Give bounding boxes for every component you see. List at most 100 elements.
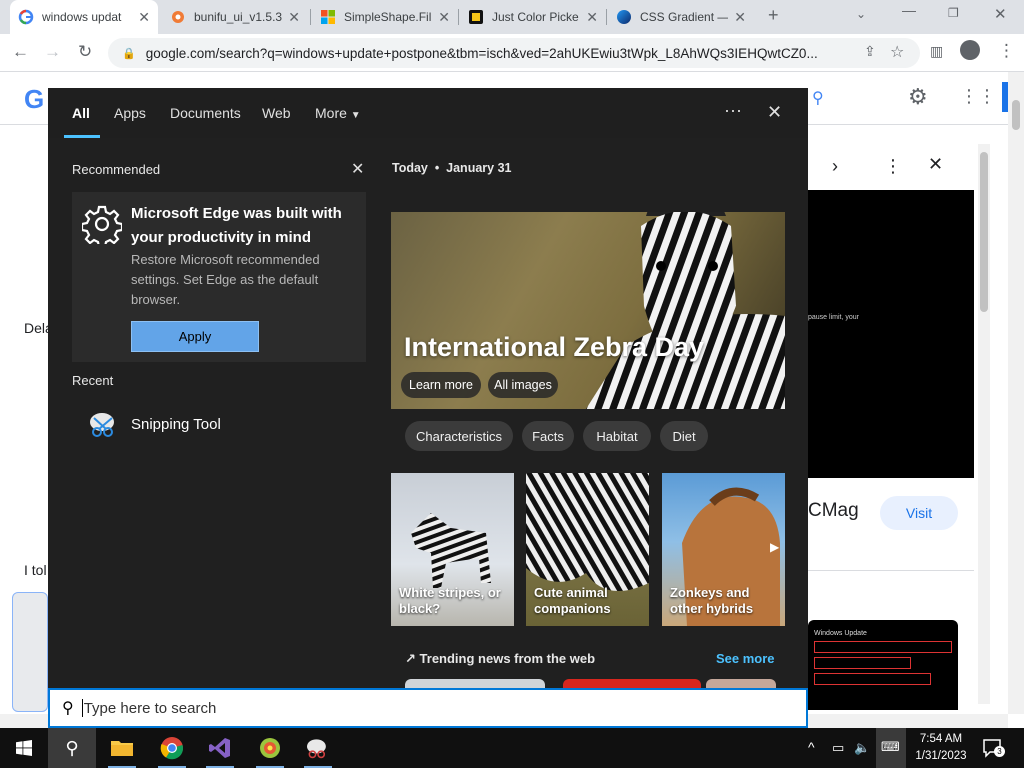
start-button[interactable] (0, 728, 48, 768)
settings-gear-icon[interactable]: ⚙ (908, 84, 928, 110)
taskbar-snipping-tool[interactable] (294, 728, 342, 768)
minimize-icon[interactable]: — (902, 2, 916, 18)
taskbar-visual-studio[interactable] (196, 728, 244, 768)
chrome-icon (160, 737, 184, 760)
share-icon[interactable]: ⇪ (864, 43, 876, 60)
address-bar[interactable]: 🔒 google.com/search?q=windows+update+pos… (108, 38, 920, 68)
close-preview-icon[interactable]: ✕ (928, 154, 943, 175)
image-preview: pause limit, your (808, 190, 974, 478)
recent-heading: Recent (72, 373, 114, 388)
search-icon[interactable]: ⚲ (812, 88, 824, 108)
recommendation-body: Restore Microsoft recommended settings. … (131, 252, 320, 307)
card-cute-companions[interactable]: Cute animal companions (526, 473, 649, 626)
recent-item-snipping-tool[interactable]: Snipping Tool (88, 410, 221, 438)
page-scrollbar[interactable] (1008, 72, 1024, 714)
close-tab-icon[interactable]: ✕ (138, 9, 150, 26)
card-white-stripes[interactable]: White stripes, or black? (391, 473, 514, 626)
close-tab-icon[interactable]: ✕ (288, 9, 300, 26)
news-thumbnail[interactable] (563, 679, 701, 688)
network-icon[interactable]: ▭ (832, 740, 844, 756)
browser-toolbar: ← → ↻ 🔒 google.com/search?q=windows+upda… (0, 34, 1024, 72)
new-tab-icon[interactable]: + (768, 5, 779, 26)
search-scope-tabs: All Apps Documents Web More ▼ ··· ✕ (48, 88, 808, 138)
windows-taskbar: ⚲ ^ ▭ 🔈 ⌨ 7:54 AM 1/31/2023 3 (0, 728, 1024, 768)
back-icon[interactable]: ← (12, 42, 29, 62)
card-zonkeys[interactable]: Zonkeys and other hybrids (662, 473, 785, 626)
close-tab-icon[interactable]: ✕ (586, 9, 598, 26)
zebra-image (586, 212, 785, 409)
active-tab-indicator (64, 135, 100, 138)
browser-tab-bunifu[interactable]: bunifu_ui_v1.5.3 ✕ (162, 0, 308, 34)
color-wheel-icon (260, 738, 280, 758)
microsoft-icon (321, 10, 335, 24)
color-picker-icon (469, 10, 483, 24)
restore-icon[interactable]: ❐ (948, 6, 959, 20)
show-hidden-icons-chevron-icon[interactable]: ^ (808, 739, 815, 755)
close-tab-icon[interactable]: ✕ (438, 9, 450, 26)
volume-icon[interactable]: 🔈 (854, 740, 870, 756)
tab-title: bunifu_ui_v1.5.3 (194, 10, 283, 24)
url-text: google.com/search?q=windows+update+postp… (145, 45, 818, 61)
chip-facts[interactable]: Facts (522, 421, 574, 451)
chip-habitat[interactable]: Habitat (583, 421, 651, 451)
tab-search-icon[interactable]: ⌄ (856, 7, 866, 21)
windows-logo-icon (16, 740, 32, 756)
taskbar-color-app[interactable] (246, 728, 294, 768)
today-date-heading: Today • January 31 (392, 161, 512, 175)
close-icon[interactable]: ✕ (767, 102, 782, 123)
notification-count-badge: 3 (994, 746, 1005, 757)
bookmark-star-icon[interactable]: ☆ (890, 42, 904, 62)
tab-all[interactable]: All (72, 105, 90, 121)
visual-studio-icon (209, 738, 230, 758)
more-options-icon[interactable]: ··· (724, 100, 742, 121)
search-icon: ⚲ (65, 737, 79, 758)
chrome-menu-icon[interactable]: ⋮ (998, 41, 1015, 61)
search-input[interactable] (83, 699, 724, 717)
taskbar-search-box[interactable]: ⚲ (48, 688, 808, 728)
tab-apps[interactable]: Apps (114, 105, 146, 121)
visit-button[interactable]: Visit (880, 496, 958, 530)
lock-icon: 🔒 (122, 47, 136, 60)
apps-grid-icon[interactable]: ⋮⋮ (960, 86, 996, 107)
news-thumbnail[interactable] (706, 679, 776, 688)
related-image[interactable]: Windows Update (808, 620, 958, 710)
reload-icon[interactable]: ↻ (78, 42, 92, 62)
learn-more-button[interactable]: Learn more (401, 372, 481, 398)
browser-tab-simpleshape[interactable]: SimpleShape.Fil ✕ (312, 0, 458, 34)
clock-date: 1/31/2023 (915, 750, 967, 762)
chip-characteristics[interactable]: Characteristics (405, 421, 513, 451)
recent-item-label: Snipping Tool (131, 415, 221, 433)
snipping-tool-icon (307, 739, 326, 759)
side-panel-icon[interactable]: ▥ (930, 43, 943, 60)
tab-documents[interactable]: Documents (170, 105, 241, 121)
tab-more[interactable]: More ▼ (315, 105, 361, 121)
close-window-icon[interactable]: ✕ (994, 5, 1007, 23)
notification-center-button[interactable]: 3 (982, 738, 1005, 758)
zebra-day-hero[interactable]: International Zebra Day Learn more All i… (391, 212, 785, 409)
taskbar-file-explorer[interactable] (98, 728, 146, 768)
taskbar-chrome[interactable] (148, 728, 196, 768)
browser-tab-css-gradient[interactable]: CSS Gradient — ✕ (608, 0, 754, 34)
system-clock[interactable]: 7:54 AM 1/31/2023 (910, 731, 972, 765)
browser-tab-google[interactable]: windows updat ✕ (10, 0, 158, 34)
chip-diet[interactable]: Diet (660, 421, 708, 451)
browser-tab-color-picker[interactable]: Just Color Picke ✕ (460, 0, 606, 34)
css-gradient-icon (617, 10, 631, 24)
apply-button[interactable]: Apply (131, 321, 259, 352)
clock-time: 7:54 AM (919, 733, 963, 745)
tab-web[interactable]: Web (262, 105, 291, 121)
next-image-icon[interactable]: › (832, 156, 838, 177)
close-tab-icon[interactable]: ✕ (734, 9, 746, 26)
all-images-button[interactable]: All images (488, 372, 558, 398)
more-options-icon[interactable]: ⋮ (884, 156, 902, 177)
profile-avatar-icon[interactable] (960, 40, 980, 60)
next-cards-icon[interactable]: ▶ (770, 540, 779, 554)
taskbar-search-button[interactable]: ⚲ (48, 728, 96, 768)
dismiss-recommended-icon[interactable]: ✕ (351, 159, 364, 179)
see-more-link[interactable]: See more (716, 651, 775, 666)
forward-icon[interactable]: → (44, 42, 61, 62)
news-thumbnail[interactable] (405, 679, 545, 688)
recommendation-heading: Microsoft Edge was built with your produ… (131, 205, 342, 246)
trending-arrow-icon: ↗ (405, 651, 416, 666)
touch-keyboard-button[interactable]: ⌨ (876, 728, 906, 768)
